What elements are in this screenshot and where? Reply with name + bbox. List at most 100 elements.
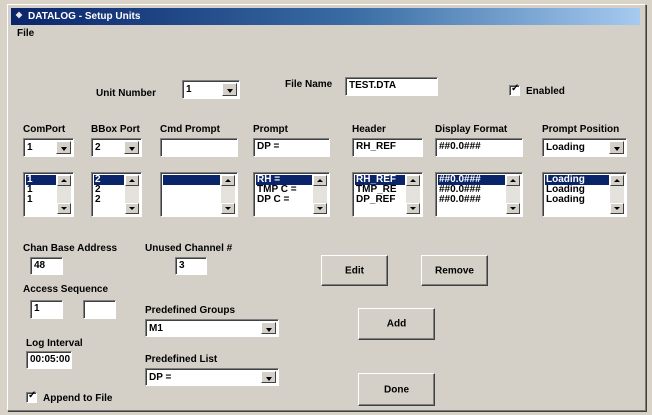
list-item[interactable]: Loading	[545, 175, 609, 185]
append-to-file-checkbox[interactable]	[26, 390, 37, 403]
scrollbar[interactable]	[57, 175, 71, 214]
prompt-position-select[interactable]: Loading	[542, 138, 627, 157]
app-icon	[15, 11, 24, 20]
log-interval-label: Log Interval	[26, 338, 83, 349]
scroll-up-icon[interactable]	[125, 175, 139, 186]
chevron-down-icon[interactable]	[261, 322, 276, 334]
scroll-up-icon[interactable]	[506, 175, 520, 186]
unit-number-value: 1	[186, 84, 192, 95]
predefined-groups-select[interactable]: M1	[145, 319, 279, 337]
list-item[interactable]: Loading	[545, 185, 609, 195]
list-item[interactable]: RH =	[256, 175, 312, 185]
scrollbar[interactable]	[506, 175, 520, 214]
file-name-input[interactable]: TEST.DTA	[345, 77, 438, 96]
predefined-groups-label: Predefined Groups	[145, 305, 236, 316]
list-item[interactable]: RH_REF	[355, 175, 405, 185]
list-item[interactable]	[163, 195, 220, 205]
scroll-down-icon[interactable]	[125, 203, 139, 214]
title-bar[interactable]: DATALOG - Setup Units	[11, 8, 640, 25]
list-item[interactable]: ##0.0###	[438, 185, 505, 195]
chevron-down-icon[interactable]	[222, 83, 237, 96]
list-item[interactable]	[163, 175, 220, 185]
log-interval-input[interactable]: 00:05:00	[26, 351, 72, 369]
display-format-list[interactable]: ##0.0### ##0.0### ##0.0###	[435, 172, 523, 217]
display-format-header: Display Format	[435, 124, 508, 135]
unit-number-label: Unit Number	[96, 88, 156, 99]
chevron-down-icon[interactable]	[124, 141, 139, 154]
prompt-list[interactable]: RH = TMP C = DP C =	[253, 172, 330, 217]
list-item[interactable]: TMP C =	[256, 185, 312, 195]
desktop-background: DATALOG - Setup Units File Unit Number 1…	[0, 0, 652, 415]
display-format-input[interactable]: ##0.0###	[435, 138, 523, 157]
comport-list[interactable]: 1 1 1	[23, 172, 74, 217]
comport-value: 1	[27, 142, 33, 153]
header-input[interactable]: RH_REF	[352, 138, 423, 157]
bbox-port-list[interactable]: 2 2 2	[91, 172, 142, 217]
done-button-label: Done	[384, 384, 409, 395]
scroll-down-icon[interactable]	[506, 203, 520, 214]
scrollbar[interactable]	[406, 175, 420, 214]
menu-file[interactable]: File	[12, 28, 39, 39]
cmd-prompt-list[interactable]	[160, 172, 238, 217]
list-item[interactable]: DP_REF	[355, 195, 405, 205]
list-item[interactable]: ##0.0###	[438, 175, 505, 185]
header-header: Header	[352, 124, 386, 135]
predefined-list-label: Predefined List	[145, 354, 218, 365]
remove-button[interactable]: Remove	[421, 255, 488, 286]
setup-units-window: DATALOG - Setup Units File Unit Number 1…	[7, 4, 646, 411]
access-sequence-input-1[interactable]: 1	[30, 300, 63, 319]
scrollbar[interactable]	[125, 175, 139, 214]
done-button[interactable]: Done	[358, 373, 435, 406]
list-item[interactable]: 1	[26, 195, 56, 205]
enabled-checkbox[interactable]	[509, 83, 520, 96]
scrollbar[interactable]	[221, 175, 235, 214]
scroll-up-icon[interactable]	[313, 175, 327, 186]
list-item[interactable]: Loading	[545, 195, 609, 205]
list-item[interactable]: 2	[94, 195, 124, 205]
scroll-down-icon[interactable]	[221, 203, 235, 214]
comport-select[interactable]: 1	[23, 138, 74, 157]
add-button-label: Add	[386, 318, 407, 330]
prompt-input[interactable]: DP =	[253, 138, 330, 157]
scroll-up-icon[interactable]	[221, 175, 235, 186]
chevron-down-icon[interactable]	[56, 141, 71, 154]
comport-header: ComPort	[23, 124, 66, 135]
prompt-position-list[interactable]: Loading Loading Loading	[542, 172, 627, 217]
scroll-up-icon[interactable]	[406, 175, 420, 186]
header-list[interactable]: RH_REF TMP_RE DP_REF	[352, 172, 423, 217]
chevron-down-icon[interactable]	[261, 371, 276, 383]
list-item[interactable]: 1	[26, 175, 56, 185]
bbox-port-select[interactable]: 2	[91, 138, 142, 157]
file-name-label: File Name	[285, 79, 333, 90]
scroll-up-icon[interactable]	[57, 175, 71, 186]
list-item[interactable]	[163, 185, 220, 195]
scroll-up-icon[interactable]	[610, 175, 624, 186]
scrollbar[interactable]	[610, 175, 624, 214]
scroll-down-icon[interactable]	[57, 203, 71, 214]
list-item[interactable]: TMP_RE	[355, 185, 405, 195]
cmd-prompt-input[interactable]	[160, 138, 238, 157]
edit-button[interactable]: Edit	[321, 255, 388, 286]
list-item[interactable]: DP C =	[256, 195, 312, 205]
scroll-down-icon[interactable]	[406, 203, 420, 214]
predefined-list-select[interactable]: DP =	[145, 368, 279, 386]
access-sequence-input-2[interactable]	[83, 300, 116, 319]
add-button[interactable]: Add	[358, 308, 435, 340]
scrollbar[interactable]	[313, 175, 327, 214]
scroll-down-icon[interactable]	[313, 203, 327, 214]
prompt-position-header: Prompt Position	[542, 124, 620, 135]
unused-channel-input[interactable]: 3	[175, 257, 207, 275]
chan-base-address-input[interactable]: 48	[30, 257, 63, 275]
append-to-file-label: Append to File	[43, 393, 113, 404]
list-item[interactable]: 2	[94, 175, 124, 185]
edit-button-label: Edit	[345, 265, 364, 276]
unit-number-select[interactable]: 1	[182, 80, 240, 99]
predefined-list-value: DP =	[149, 372, 172, 383]
remove-button-label: Remove	[435, 265, 474, 276]
menu-bar: File	[12, 27, 39, 41]
list-item[interactable]: ##0.0###	[438, 195, 505, 205]
list-item[interactable]: 1	[26, 185, 56, 195]
scroll-down-icon[interactable]	[610, 203, 624, 214]
list-item[interactable]: 2	[94, 185, 124, 195]
chevron-down-icon[interactable]	[609, 141, 624, 154]
